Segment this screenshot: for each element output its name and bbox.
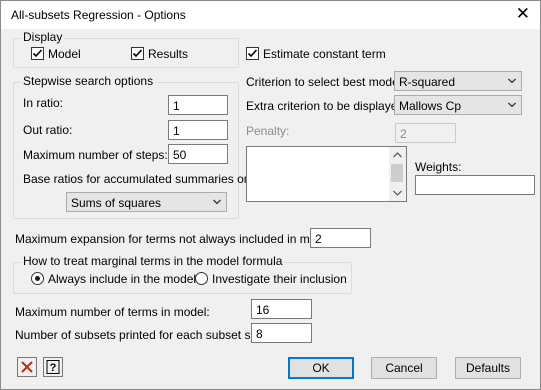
max-expansion-label: Maximum expansion for terms not always i… bbox=[15, 232, 336, 246]
model-label: Model bbox=[48, 47, 81, 61]
marginal-group-title: How to treat marginal terms in the model… bbox=[21, 254, 285, 268]
penalty-label: Penalty: bbox=[246, 124, 290, 138]
max-steps-input[interactable]: 50 bbox=[168, 144, 228, 164]
window-title: All-subsets Regression - Options bbox=[11, 8, 186, 22]
base-ratios-value: Sums of squares bbox=[71, 196, 162, 210]
checkmark-icon bbox=[32, 49, 43, 58]
scroll-up-icon[interactable] bbox=[393, 152, 402, 158]
criterion-best-select[interactable]: R-squared bbox=[394, 71, 522, 91]
estimate-constant-checkbox[interactable] bbox=[246, 47, 259, 60]
scrollbar-thumb[interactable] bbox=[391, 164, 403, 182]
results-label: Results bbox=[148, 47, 189, 61]
penalty-input: 2 bbox=[395, 123, 456, 143]
results-checkbox[interactable] bbox=[131, 47, 144, 60]
checkmark-icon bbox=[132, 49, 143, 58]
cancel-button[interactable]: Cancel bbox=[371, 357, 437, 379]
weights-input[interactable] bbox=[415, 175, 535, 195]
defaults-button[interactable]: Defaults bbox=[455, 357, 521, 379]
out-ratio-input[interactable]: 1 bbox=[168, 120, 228, 140]
svg-text:?: ? bbox=[50, 362, 57, 374]
options-dialog: All-subsets Regression - Options ✕ Displ… bbox=[0, 0, 541, 390]
chevron-down-icon bbox=[508, 102, 516, 108]
title-bar: All-subsets Regression - Options ✕ bbox=[1, 1, 540, 29]
base-ratios-label: Base ratios for accumulated summaries on… bbox=[23, 172, 254, 186]
weights-label: Weights: bbox=[415, 160, 462, 174]
stepwise-group-title: Stepwise search options bbox=[21, 74, 156, 88]
max-terms-input[interactable]: 16 bbox=[251, 299, 312, 319]
subsets-printed-input[interactable]: 8 bbox=[251, 323, 312, 343]
scroll-down-icon[interactable] bbox=[393, 190, 402, 196]
term-listbox[interactable] bbox=[246, 146, 407, 202]
criterion-extra-select[interactable]: Mallows Cp bbox=[394, 95, 522, 115]
max-expansion-input[interactable]: 2 bbox=[310, 228, 371, 248]
max-terms-label: Maximum number of terms in model: bbox=[15, 305, 210, 319]
max-steps-label: Maximum number of steps: bbox=[23, 148, 168, 162]
criterion-extra-value: Mallows Cp bbox=[399, 99, 462, 113]
always-include-radio[interactable] bbox=[31, 272, 44, 285]
clear-icon bbox=[21, 361, 33, 373]
criterion-best-label: Criterion to select best model: bbox=[246, 75, 405, 89]
vertical-scrollbar[interactable] bbox=[389, 147, 406, 201]
chevron-down-icon bbox=[213, 199, 221, 205]
help-button[interactable]: ? bbox=[43, 357, 63, 377]
estimate-constant-label: Estimate constant term bbox=[263, 47, 386, 61]
close-icon[interactable]: ✕ bbox=[516, 4, 530, 24]
radio-selected-dot bbox=[35, 276, 40, 281]
model-checkbox[interactable] bbox=[31, 47, 44, 60]
subsets-printed-label: Number of subsets printed for each subse… bbox=[15, 328, 270, 342]
display-group-title: Display bbox=[21, 30, 65, 44]
always-include-label: Always include in the model bbox=[48, 272, 197, 286]
base-ratios-select[interactable]: Sums of squares bbox=[66, 192, 227, 212]
investigate-inclusion-radio[interactable] bbox=[195, 272, 208, 285]
investigate-inclusion-label: Investigate their inclusion bbox=[212, 272, 347, 286]
criterion-best-value: R-squared bbox=[399, 75, 456, 89]
clear-button[interactable] bbox=[17, 357, 37, 377]
in-ratio-label: In ratio: bbox=[23, 96, 64, 110]
chevron-down-icon bbox=[508, 78, 516, 84]
criterion-extra-label: Extra criterion to be displayed: bbox=[246, 99, 408, 113]
help-icon: ? bbox=[46, 360, 60, 374]
out-ratio-label: Out ratio: bbox=[23, 123, 73, 137]
ok-button[interactable]: OK bbox=[288, 357, 354, 379]
checkmark-icon bbox=[247, 49, 258, 58]
in-ratio-input[interactable]: 1 bbox=[168, 95, 228, 115]
